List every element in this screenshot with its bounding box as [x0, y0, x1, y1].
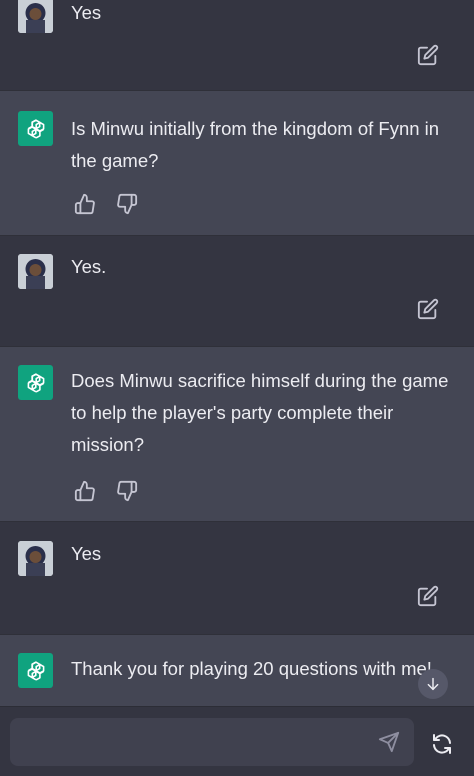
chat-thread: Yes Is Minwu initially from the kingdom …	[0, 0, 474, 706]
message-text: Thank you for playing 20 questions with …	[71, 658, 432, 679]
composer	[0, 706, 474, 776]
assistant-message: Thank you for playing 20 questions with …	[0, 634, 474, 706]
message-text: Does Minwu sacrifice himself during the …	[71, 370, 449, 455]
send-icon[interactable]	[378, 731, 400, 753]
arrow-down-icon	[425, 676, 441, 692]
thumbs-down-icon[interactable]	[116, 193, 138, 215]
openai-logo-icon	[18, 365, 53, 400]
user-avatar	[18, 254, 53, 289]
regenerate-icon[interactable]	[430, 732, 454, 756]
thumbs-down-icon[interactable]	[116, 480, 138, 502]
user-message: Yes	[0, 522, 474, 634]
message-text: Yes.	[71, 256, 107, 277]
openai-logo-icon	[18, 111, 53, 146]
scroll-to-bottom-button[interactable]	[418, 669, 448, 699]
message-text: Yes	[71, 543, 102, 564]
user-message: Yes.	[0, 236, 474, 346]
edit-icon[interactable]	[417, 298, 439, 320]
assistant-message: Is Minwu initially from the kingdom of F…	[0, 90, 474, 236]
user-avatar	[18, 0, 53, 33]
message-input[interactable]	[10, 718, 414, 766]
edit-icon[interactable]	[417, 585, 439, 607]
openai-logo-icon	[18, 653, 53, 688]
assistant-message: Does Minwu sacrifice himself during the …	[0, 346, 474, 522]
thumbs-up-icon[interactable]	[74, 193, 96, 215]
message-text: Yes	[71, 2, 102, 23]
edit-icon[interactable]	[417, 44, 439, 66]
user-message: Yes	[0, 0, 474, 90]
user-avatar	[18, 541, 53, 576]
thumbs-up-icon[interactable]	[74, 480, 96, 502]
message-text: Is Minwu initially from the kingdom of F…	[71, 118, 440, 171]
